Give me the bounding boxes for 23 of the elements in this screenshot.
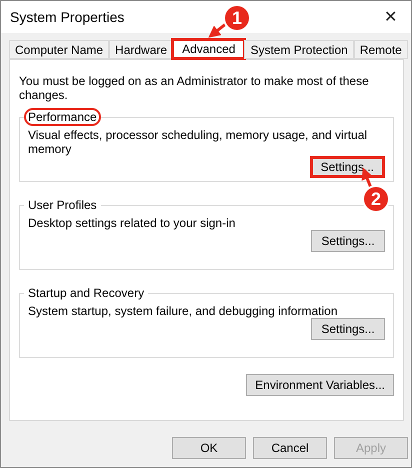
tab[interactable]: Remote xyxy=(354,40,408,59)
pointer-arrow xyxy=(208,22,228,38)
group-title: Startup and Recovery xyxy=(27,285,146,302)
dialog-button[interactable]: Cancel xyxy=(253,437,327,459)
tab[interactable]: System Protection xyxy=(244,40,354,59)
environment-variables-button[interactable]: Environment Variables... xyxy=(246,374,394,396)
notice-text: You must be logged on as an Administrator to make most of these changes. xyxy=(19,74,370,102)
group-description: System startup, system failure, and debugging information xyxy=(28,304,338,318)
settings-button[interactable]: Settings... xyxy=(311,230,385,252)
tab[interactable]: Advanced xyxy=(171,38,246,60)
group-description: Visual effects, processor scheduling, memory usage, and virtual memory xyxy=(28,128,368,156)
dialog-button[interactable]: OK xyxy=(172,437,246,459)
group-title: User Profiles xyxy=(27,197,98,214)
settings-button[interactable]: Settings... xyxy=(310,156,385,178)
step-badge: 2 xyxy=(364,187,388,211)
step-badge: 1 xyxy=(225,6,249,30)
group-title: Performance xyxy=(24,108,101,126)
settings-button[interactable]: Settings... xyxy=(311,318,385,340)
tab[interactable]: Hardware xyxy=(109,40,174,59)
window-title: System Properties xyxy=(10,9,124,25)
tab[interactable]: Computer Name xyxy=(9,40,110,59)
close-button[interactable]: ✕ xyxy=(380,7,401,27)
group-description: Desktop settings related to your sign-in xyxy=(28,216,236,230)
